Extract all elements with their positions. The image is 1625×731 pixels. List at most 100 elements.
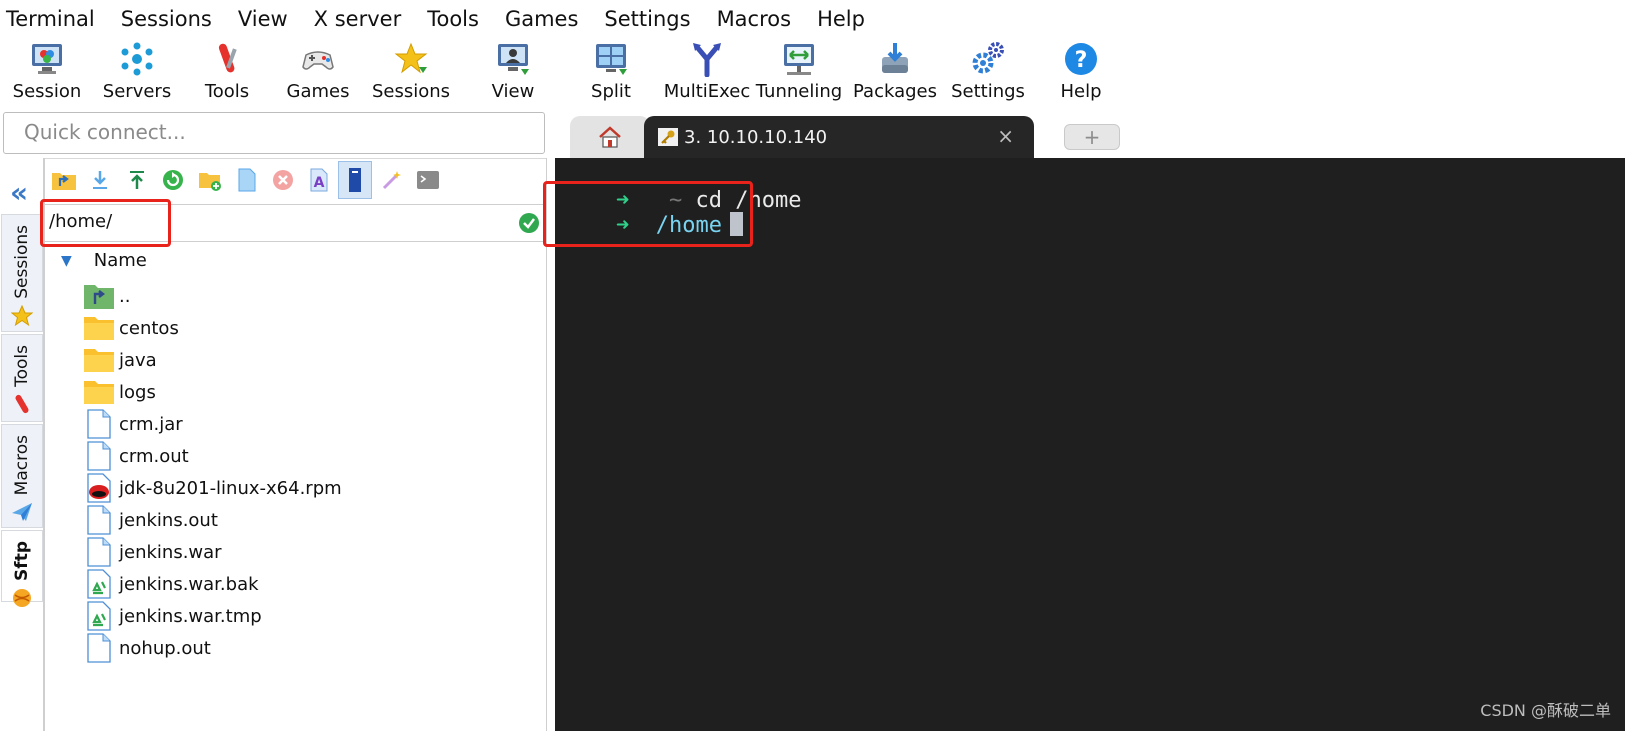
delete-icon	[273, 170, 293, 190]
open-terminal-button[interactable]	[411, 161, 445, 199]
view-icon	[494, 40, 532, 78]
file-name: ..	[119, 285, 131, 307]
list-item[interactable]: jenkins.war.tmp	[83, 600, 543, 632]
home-icon	[599, 126, 621, 148]
prompt-current-dir: /home	[655, 213, 722, 238]
games-label: Games	[286, 81, 350, 102]
split-button[interactable]: Split	[583, 38, 639, 106]
list-item[interactable]: nohup.out	[83, 632, 543, 664]
session-button[interactable]: Session	[13, 38, 81, 106]
main-toolbar: Session Servers Tools Games Sessions Vie…	[0, 38, 1625, 106]
download-icon	[93, 171, 107, 189]
magic-wand-icon	[382, 171, 401, 190]
new-folder-button[interactable]	[193, 161, 227, 199]
new-file-icon	[238, 168, 256, 192]
menu-sessions[interactable]: Sessions	[108, 7, 225, 31]
side-tab-strip: « Sessions Tools Macros Sftp	[0, 158, 44, 731]
file-icon	[83, 536, 115, 568]
servers-icon	[118, 40, 156, 78]
menu-view[interactable]: View	[225, 7, 301, 31]
list-item[interactable]: jenkins.war	[83, 536, 543, 568]
help-button[interactable]: ? Help	[1055, 38, 1107, 106]
sync-terminal-folder-button[interactable]	[338, 161, 372, 199]
collapse-panel-icon[interactable]: «	[10, 176, 28, 209]
file-icon	[83, 408, 115, 440]
download-button[interactable]	[83, 161, 117, 199]
side-tab-macros[interactable]: Macros	[1, 424, 43, 528]
file-icon	[83, 632, 115, 664]
menu-tools[interactable]: Tools	[414, 7, 492, 31]
tunneling-icon	[780, 40, 818, 78]
menu-games[interactable]: Games	[492, 7, 591, 31]
terminal-cursor	[729, 212, 743, 236]
delete-button[interactable]	[266, 161, 300, 199]
new-file-button[interactable]	[230, 161, 264, 199]
list-item[interactable]: jdk-8u201-linux-x64.rpm	[83, 472, 543, 504]
file-name: jenkins.war.tmp	[119, 605, 262, 627]
side-tab-tools-label: Tools	[12, 345, 32, 387]
terminal-output[interactable]: ➜ ~ cd /home ➜ /home CSDN @酥破二单	[555, 158, 1625, 731]
menu-help[interactable]: Help	[804, 7, 878, 31]
packages-icon	[876, 40, 914, 78]
list-item[interactable]: crm.jar	[83, 408, 543, 440]
file-name: centos	[119, 317, 179, 339]
sftp-globe-icon	[11, 587, 33, 613]
magic-wand-button[interactable]	[375, 161, 409, 199]
servers-label: Servers	[102, 81, 172, 102]
tools-small-icon	[11, 393, 33, 419]
rename-button[interactable]: A	[302, 161, 336, 199]
home-tab[interactable]	[570, 116, 650, 158]
file-icon	[83, 504, 115, 536]
tools-button[interactable]: Tools	[197, 38, 257, 106]
column-header-name[interactable]: ▼ Name	[61, 250, 147, 271]
menu-terminal[interactable]: Terminal	[0, 7, 108, 31]
view-button[interactable]: View	[485, 38, 541, 106]
new-tab-button[interactable]: +	[1064, 124, 1120, 150]
sessions-button[interactable]: Sessions	[372, 38, 450, 106]
list-item[interactable]: java	[83, 344, 543, 376]
menu-macros[interactable]: Macros	[704, 7, 805, 31]
column-header-label: Name	[93, 250, 147, 271]
packages-button[interactable]: Packages	[852, 38, 938, 106]
list-item[interactable]: jenkins.out	[83, 504, 543, 536]
parent-directory-button[interactable]	[47, 161, 81, 199]
prompt-arrow: ➜	[615, 213, 630, 238]
list-item[interactable]: centos	[83, 312, 543, 344]
remote-path-input[interactable]: /home/	[45, 204, 546, 242]
quick-connect-input[interactable]: Quick connect...	[3, 112, 545, 154]
side-tab-sftp[interactable]: Sftp	[1, 530, 43, 607]
games-button[interactable]: Games	[285, 38, 351, 106]
close-tab-icon[interactable]: ×	[997, 124, 1014, 148]
tab-title: 3. 10.10.10.140	[684, 126, 828, 148]
list-item[interactable]: jenkins.war.bak	[83, 568, 543, 600]
menu-settings[interactable]: Settings	[591, 7, 703, 31]
rename-icon: A	[310, 168, 328, 192]
redhat-package-icon	[83, 472, 115, 504]
file-name: java	[119, 349, 157, 371]
tab-ssh-session[interactable]: 3. 10.10.10.140 ×	[644, 116, 1034, 158]
servers-button[interactable]: Servers	[102, 38, 172, 106]
side-tab-sessions[interactable]: Sessions	[1, 214, 43, 332]
file-name: jenkins.out	[119, 509, 218, 531]
file-name: jenkins.war	[119, 541, 222, 563]
terminal-line-2: ➜ /home	[563, 187, 743, 263]
multiexec-label: MultiExec	[663, 81, 751, 102]
confirm-path-icon[interactable]	[518, 212, 540, 238]
file-icon	[83, 440, 115, 472]
list-item[interactable]: logs	[83, 376, 543, 408]
multiexec-button[interactable]: MultiExec	[664, 38, 750, 106]
settings-button[interactable]: Settings	[950, 38, 1026, 106]
upload-button[interactable]	[120, 161, 154, 199]
multiexec-icon	[688, 40, 726, 78]
list-item[interactable]: ..	[83, 280, 543, 312]
file-list: .. centos java logs crm.jar crm.out jdk-…	[83, 280, 543, 664]
list-item[interactable]: crm.out	[83, 440, 543, 472]
refresh-button[interactable]	[156, 161, 190, 199]
svg-text:?: ?	[1075, 48, 1088, 73]
folder-up-icon	[52, 173, 76, 190]
tunneling-button[interactable]: Tunneling	[756, 38, 842, 106]
side-tab-tools[interactable]: Tools	[1, 334, 43, 422]
menu-x-server[interactable]: X server	[301, 7, 415, 31]
file-name: crm.out	[119, 445, 189, 467]
svg-text:A: A	[314, 175, 325, 191]
